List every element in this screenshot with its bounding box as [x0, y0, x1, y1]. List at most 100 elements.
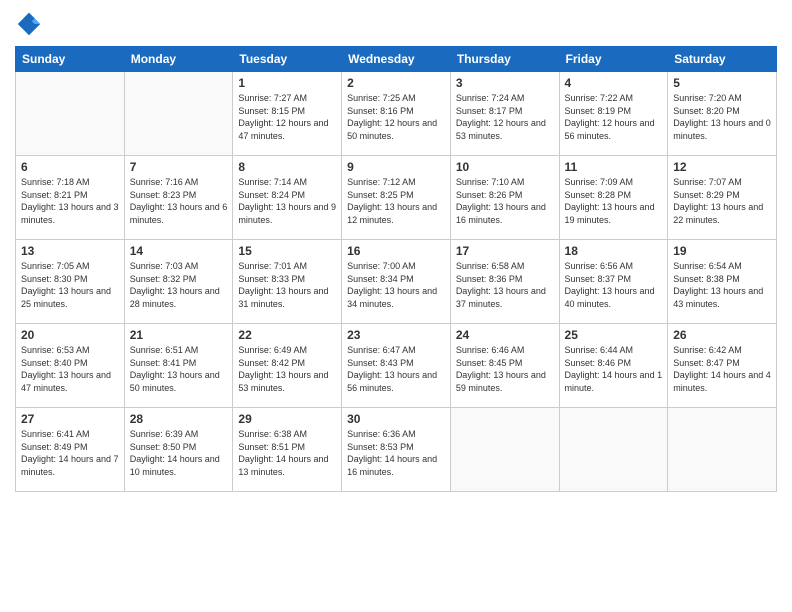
calendar-cell: 3 Sunrise: 7:24 AM Sunset: 8:17 PM Daylig…: [450, 72, 559, 156]
day-info: Sunrise: 6:54 AM Sunset: 8:38 PM Dayligh…: [673, 260, 771, 310]
day-info: Sunrise: 7:09 AM Sunset: 8:28 PM Dayligh…: [565, 176, 663, 226]
day-info: Sunrise: 7:16 AM Sunset: 8:23 PM Dayligh…: [130, 176, 228, 226]
day-number: 11: [565, 160, 663, 174]
day-number: 19: [673, 244, 771, 258]
calendar-header-tuesday: Tuesday: [233, 47, 342, 72]
logo: [15, 10, 47, 38]
calendar-cell: 4 Sunrise: 7:22 AM Sunset: 8:19 PM Daylig…: [559, 72, 668, 156]
day-info: Sunrise: 6:41 AM Sunset: 8:49 PM Dayligh…: [21, 428, 119, 478]
day-number: 15: [238, 244, 336, 258]
calendar-cell: 29Sunrise: 6:38 AM Sunset: 8:51 PM Dayli…: [233, 408, 342, 492]
logo-icon: [15, 10, 43, 38]
calendar-header-sunday: Sunday: [16, 47, 125, 72]
day-number: 16: [347, 244, 445, 258]
day-info: Sunrise: 6:53 AM Sunset: 8:40 PM Dayligh…: [21, 344, 119, 394]
day-info: Sunrise: 7:25 AM Sunset: 8:16 PM Dayligh…: [347, 92, 445, 142]
day-info: Sunrise: 6:47 AM Sunset: 8:43 PM Dayligh…: [347, 344, 445, 394]
header: [15, 10, 777, 38]
calendar-cell: 18 Sunrise: 6:56 AM Sunset: 8:37 PM Dayli…: [559, 240, 668, 324]
calendar-cell: 10Sunrise: 7:10 AM Sunset: 8:26 PM Dayli…: [450, 156, 559, 240]
calendar-week-4: 20 Sunrise: 6:53 AM Sunset: 8:40 PM Dayli…: [16, 324, 777, 408]
day-number: 2: [347, 76, 445, 90]
calendar-cell: 26Sunrise: 6:42 AM Sunset: 8:47 PM Dayli…: [668, 324, 777, 408]
day-number: 18: [565, 244, 663, 258]
day-number: 1: [238, 76, 336, 90]
calendar-cell: 5 Sunrise: 7:20 AM Sunset: 8:20 PM Daylig…: [668, 72, 777, 156]
day-info: Sunrise: 6:39 AM Sunset: 8:50 PM Dayligh…: [130, 428, 228, 478]
calendar-cell: 25 Sunrise: 6:44 AM Sunset: 8:46 PM Dayli…: [559, 324, 668, 408]
day-info: Sunrise: 7:18 AM Sunset: 8:21 PM Dayligh…: [21, 176, 119, 226]
page: SundayMondayTuesdayWednesdayThursdayFrid…: [0, 0, 792, 612]
day-info: Sunrise: 7:07 AM Sunset: 8:29 PM Dayligh…: [673, 176, 771, 226]
day-info: Sunrise: 6:42 AM Sunset: 8:47 PM Dayligh…: [673, 344, 771, 394]
calendar-cell: 24 Sunrise: 6:46 AM Sunset: 8:45 PM Dayli…: [450, 324, 559, 408]
day-number: 7: [130, 160, 228, 174]
day-info: Sunrise: 7:20 AM Sunset: 8:20 PM Dayligh…: [673, 92, 771, 142]
day-info: Sunrise: 7:27 AM Sunset: 8:15 PM Dayligh…: [238, 92, 336, 142]
calendar-cell: 15Sunrise: 7:01 AM Sunset: 8:33 PM Dayli…: [233, 240, 342, 324]
calendar-cell: 8 Sunrise: 7:14 AM Sunset: 8:24 PM Daylig…: [233, 156, 342, 240]
day-number: 21: [130, 328, 228, 342]
day-number: 24: [456, 328, 554, 342]
day-number: 8: [238, 160, 336, 174]
day-info: Sunrise: 7:22 AM Sunset: 8:19 PM Dayligh…: [565, 92, 663, 142]
calendar-week-5: 27 Sunrise: 6:41 AM Sunset: 8:49 PM Dayli…: [16, 408, 777, 492]
calendar-week-1: 1 Sunrise: 7:27 AM Sunset: 8:15 PM Daylig…: [16, 72, 777, 156]
calendar-cell: 13Sunrise: 7:05 AM Sunset: 8:30 PM Dayli…: [16, 240, 125, 324]
day-info: Sunrise: 7:24 AM Sunset: 8:17 PM Dayligh…: [456, 92, 554, 142]
calendar-cell: 7 Sunrise: 7:16 AM Sunset: 8:23 PM Daylig…: [124, 156, 233, 240]
day-number: 12: [673, 160, 771, 174]
day-number: 23: [347, 328, 445, 342]
day-number: 17: [456, 244, 554, 258]
calendar-cell: [450, 408, 559, 492]
calendar-week-3: 13Sunrise: 7:05 AM Sunset: 8:30 PM Dayli…: [16, 240, 777, 324]
day-number: 5: [673, 76, 771, 90]
day-number: 3: [456, 76, 554, 90]
calendar-header-monday: Monday: [124, 47, 233, 72]
calendar-header-friday: Friday: [559, 47, 668, 72]
day-number: 14: [130, 244, 228, 258]
calendar-cell: 28 Sunrise: 6:39 AM Sunset: 8:50 PM Dayli…: [124, 408, 233, 492]
day-info: Sunrise: 6:58 AM Sunset: 8:36 PM Dayligh…: [456, 260, 554, 310]
calendar-header-thursday: Thursday: [450, 47, 559, 72]
day-number: 6: [21, 160, 119, 174]
day-number: 20: [21, 328, 119, 342]
calendar-cell: 19 Sunrise: 6:54 AM Sunset: 8:38 PM Dayli…: [668, 240, 777, 324]
day-info: Sunrise: 6:49 AM Sunset: 8:42 PM Dayligh…: [238, 344, 336, 394]
day-info: Sunrise: 7:12 AM Sunset: 8:25 PM Dayligh…: [347, 176, 445, 226]
day-info: Sunrise: 6:38 AM Sunset: 8:51 PM Dayligh…: [238, 428, 336, 478]
calendar-header-saturday: Saturday: [668, 47, 777, 72]
day-info: Sunrise: 6:44 AM Sunset: 8:46 PM Dayligh…: [565, 344, 663, 394]
calendar-cell: 23 Sunrise: 6:47 AM Sunset: 8:43 PM Dayli…: [342, 324, 451, 408]
calendar: SundayMondayTuesdayWednesdayThursdayFrid…: [15, 46, 777, 492]
day-info: Sunrise: 6:46 AM Sunset: 8:45 PM Dayligh…: [456, 344, 554, 394]
day-number: 25: [565, 328, 663, 342]
day-number: 4: [565, 76, 663, 90]
calendar-cell: 1 Sunrise: 7:27 AM Sunset: 8:15 PM Daylig…: [233, 72, 342, 156]
calendar-cell: 27 Sunrise: 6:41 AM Sunset: 8:49 PM Dayli…: [16, 408, 125, 492]
calendar-cell: 21Sunrise: 6:51 AM Sunset: 8:41 PM Dayli…: [124, 324, 233, 408]
calendar-cell: 12 Sunrise: 7:07 AM Sunset: 8:29 PM Dayli…: [668, 156, 777, 240]
day-info: Sunrise: 6:36 AM Sunset: 8:53 PM Dayligh…: [347, 428, 445, 478]
day-number: 22: [238, 328, 336, 342]
day-number: 30: [347, 412, 445, 426]
calendar-cell: 9 Sunrise: 7:12 AM Sunset: 8:25 PM Daylig…: [342, 156, 451, 240]
day-number: 13: [21, 244, 119, 258]
day-info: Sunrise: 6:56 AM Sunset: 8:37 PM Dayligh…: [565, 260, 663, 310]
day-info: Sunrise: 7:03 AM Sunset: 8:32 PM Dayligh…: [130, 260, 228, 310]
day-info: Sunrise: 7:10 AM Sunset: 8:26 PM Dayligh…: [456, 176, 554, 226]
day-number: 28: [130, 412, 228, 426]
calendar-cell: 30 Sunrise: 6:36 AM Sunset: 8:53 PM Dayli…: [342, 408, 451, 492]
calendar-week-2: 6 Sunrise: 7:18 AM Sunset: 8:21 PM Daylig…: [16, 156, 777, 240]
calendar-header-wednesday: Wednesday: [342, 47, 451, 72]
day-info: Sunrise: 7:14 AM Sunset: 8:24 PM Dayligh…: [238, 176, 336, 226]
day-number: 9: [347, 160, 445, 174]
calendar-cell: 20 Sunrise: 6:53 AM Sunset: 8:40 PM Dayli…: [16, 324, 125, 408]
calendar-cell: [16, 72, 125, 156]
calendar-cell: 17 Sunrise: 6:58 AM Sunset: 8:36 PM Dayli…: [450, 240, 559, 324]
calendar-cell: 2 Sunrise: 7:25 AM Sunset: 8:16 PM Daylig…: [342, 72, 451, 156]
calendar-cell: 6 Sunrise: 7:18 AM Sunset: 8:21 PM Daylig…: [16, 156, 125, 240]
day-number: 27: [21, 412, 119, 426]
calendar-cell: 14 Sunrise: 7:03 AM Sunset: 8:32 PM Dayli…: [124, 240, 233, 324]
day-info: Sunrise: 7:00 AM Sunset: 8:34 PM Dayligh…: [347, 260, 445, 310]
